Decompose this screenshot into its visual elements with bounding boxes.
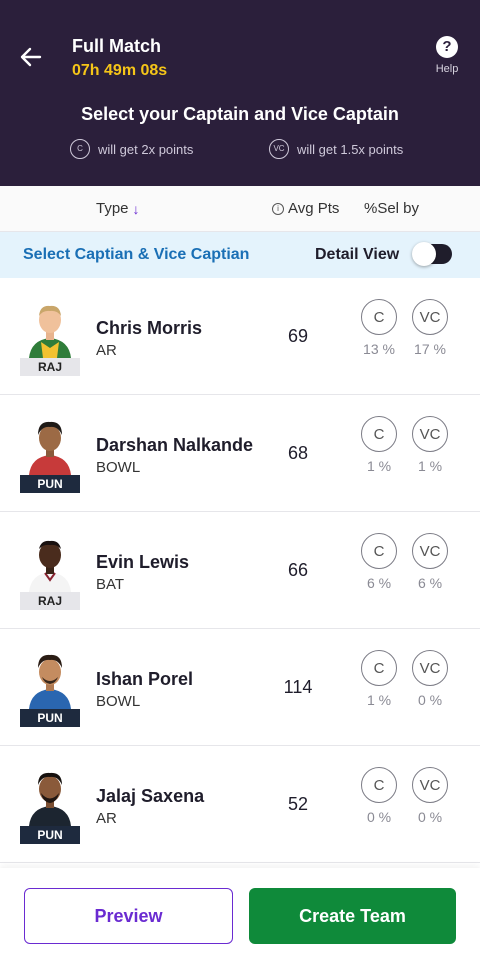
vice-captain-selection-pct: 1 % (417, 458, 443, 474)
vice-captain-selection-pct: 0 % (417, 692, 443, 708)
player-avatar: PUN (20, 417, 80, 493)
match-header: Full Match 07h 49m 08s ? Help Select you… (0, 0, 480, 186)
player-name: Chris Morris (96, 318, 203, 338)
player-avatar: PUN (20, 768, 80, 844)
preview-button[interactable]: Preview (24, 888, 233, 944)
player-avatar: PUN (20, 651, 80, 727)
player-photo-icon (29, 772, 71, 826)
vice-captain-selection-pct: 6 % (417, 575, 443, 591)
sort-by-type[interactable]: Type ↓ (96, 200, 140, 217)
player-avatar: RAJ (20, 300, 80, 376)
arrow-down-icon: ↓ (132, 200, 140, 217)
sort-by-selection[interactable]: %Sel by (364, 200, 419, 217)
player-list: RAJ Chris Morris AR 69 C VC 13 % 17 % PU… (0, 278, 480, 863)
question-icon: ? (436, 36, 458, 58)
player-avg-pts: 68 (287, 443, 309, 463)
player-role: AR (96, 342, 117, 359)
team-badge: RAJ (20, 358, 80, 376)
captain-button[interactable]: C (361, 650, 397, 686)
selection-instruction: Select Captian & Vice Captian (23, 246, 250, 263)
player-avatar: RAJ (20, 534, 80, 610)
vice-captain-button[interactable]: VC (412, 650, 448, 686)
player-avg-pts: 66 (287, 560, 309, 580)
captain-button[interactable]: C (361, 416, 397, 452)
player-photo-icon (29, 305, 71, 358)
type-column-label: Type (96, 200, 129, 217)
player-row: PUN Ishan Porel BOWL 114 C VC 1 % 0 % (0, 629, 480, 746)
player-name: Evin Lewis (96, 552, 190, 572)
help-button[interactable]: ? Help (430, 36, 464, 75)
info-icon: i (272, 202, 284, 215)
captain-button[interactable]: C (361, 767, 397, 803)
player-name: Darshan Nalkande (96, 435, 254, 455)
team-badge: PUN (20, 475, 80, 493)
vice-captain-selection-pct: 17 % (414, 341, 446, 357)
player-row: RAJ Chris Morris AR 69 C VC 13 % 17 % (0, 278, 480, 395)
player-role: BOWL (96, 693, 141, 710)
captain-hint: C will get 2x points (70, 139, 193, 159)
player-role: AR (96, 810, 117, 827)
vice-captain-button[interactable]: VC (412, 299, 448, 335)
vice-captain-button[interactable]: VC (412, 416, 448, 452)
vice-captain-hint: VC will get 1.5x points (269, 139, 403, 159)
player-photo-icon (29, 540, 71, 592)
vice-captain-button[interactable]: VC (412, 767, 448, 803)
team-badge: PUN (20, 826, 80, 844)
vice-captain-hint-text: will get 1.5x points (297, 141, 404, 157)
avg-pts-column-label: Avg Pts (288, 200, 340, 217)
match-title: Full Match (72, 36, 161, 56)
player-name: Jalaj Saxena (96, 786, 205, 806)
vice-captain-button[interactable]: VC (412, 533, 448, 569)
player-role: BOWL (96, 459, 141, 476)
team-badge: PUN (20, 709, 80, 727)
player-avg-pts: 52 (287, 794, 309, 814)
create-team-button[interactable]: Create Team (249, 888, 456, 944)
captain-badge-icon: C (70, 139, 90, 159)
player-name: Ishan Porel (96, 669, 194, 689)
countdown-timer: 07h 49m 08s (72, 62, 168, 79)
captain-button[interactable]: C (361, 533, 397, 569)
player-photo-icon (29, 421, 71, 475)
toggle-knob (412, 242, 436, 266)
player-role: BAT (96, 576, 125, 593)
arrow-left-icon (20, 47, 42, 67)
player-row: PUN Jalaj Saxena AR 52 C VC 0 % 0 % (0, 746, 480, 863)
bottom-action-bar: Preview Create Team (0, 868, 480, 960)
selection-info-bar: Select Captian & Vice Captian Detail Vie… (0, 232, 480, 278)
vice-captain-badge-icon: VC (269, 139, 289, 159)
back-button[interactable] (14, 42, 48, 72)
player-row: RAJ Evin Lewis BAT 66 C VC 6 % 6 % (0, 512, 480, 629)
player-avg-pts: 69 (287, 326, 309, 346)
detail-view-label: Detail View (315, 246, 400, 263)
help-label: Help (435, 63, 459, 75)
detail-view-toggle[interactable] (412, 242, 452, 266)
player-photo-icon (29, 654, 71, 709)
team-badge: RAJ (20, 592, 80, 610)
sort-by-avg-pts[interactable]: i Avg Pts (272, 200, 339, 217)
player-avg-pts: 114 (283, 677, 313, 697)
captain-hint-text: will get 2x points (98, 141, 194, 157)
column-header: Type ↓ i Avg Pts %Sel by (0, 186, 480, 232)
vice-captain-selection-pct: 0 % (417, 809, 443, 825)
page-title: Select your Captain and Vice Captain (81, 104, 399, 124)
player-row: PUN Darshan Nalkande BOWL 68 C VC 1 % 1 … (0, 395, 480, 512)
captain-button[interactable]: C (361, 299, 397, 335)
